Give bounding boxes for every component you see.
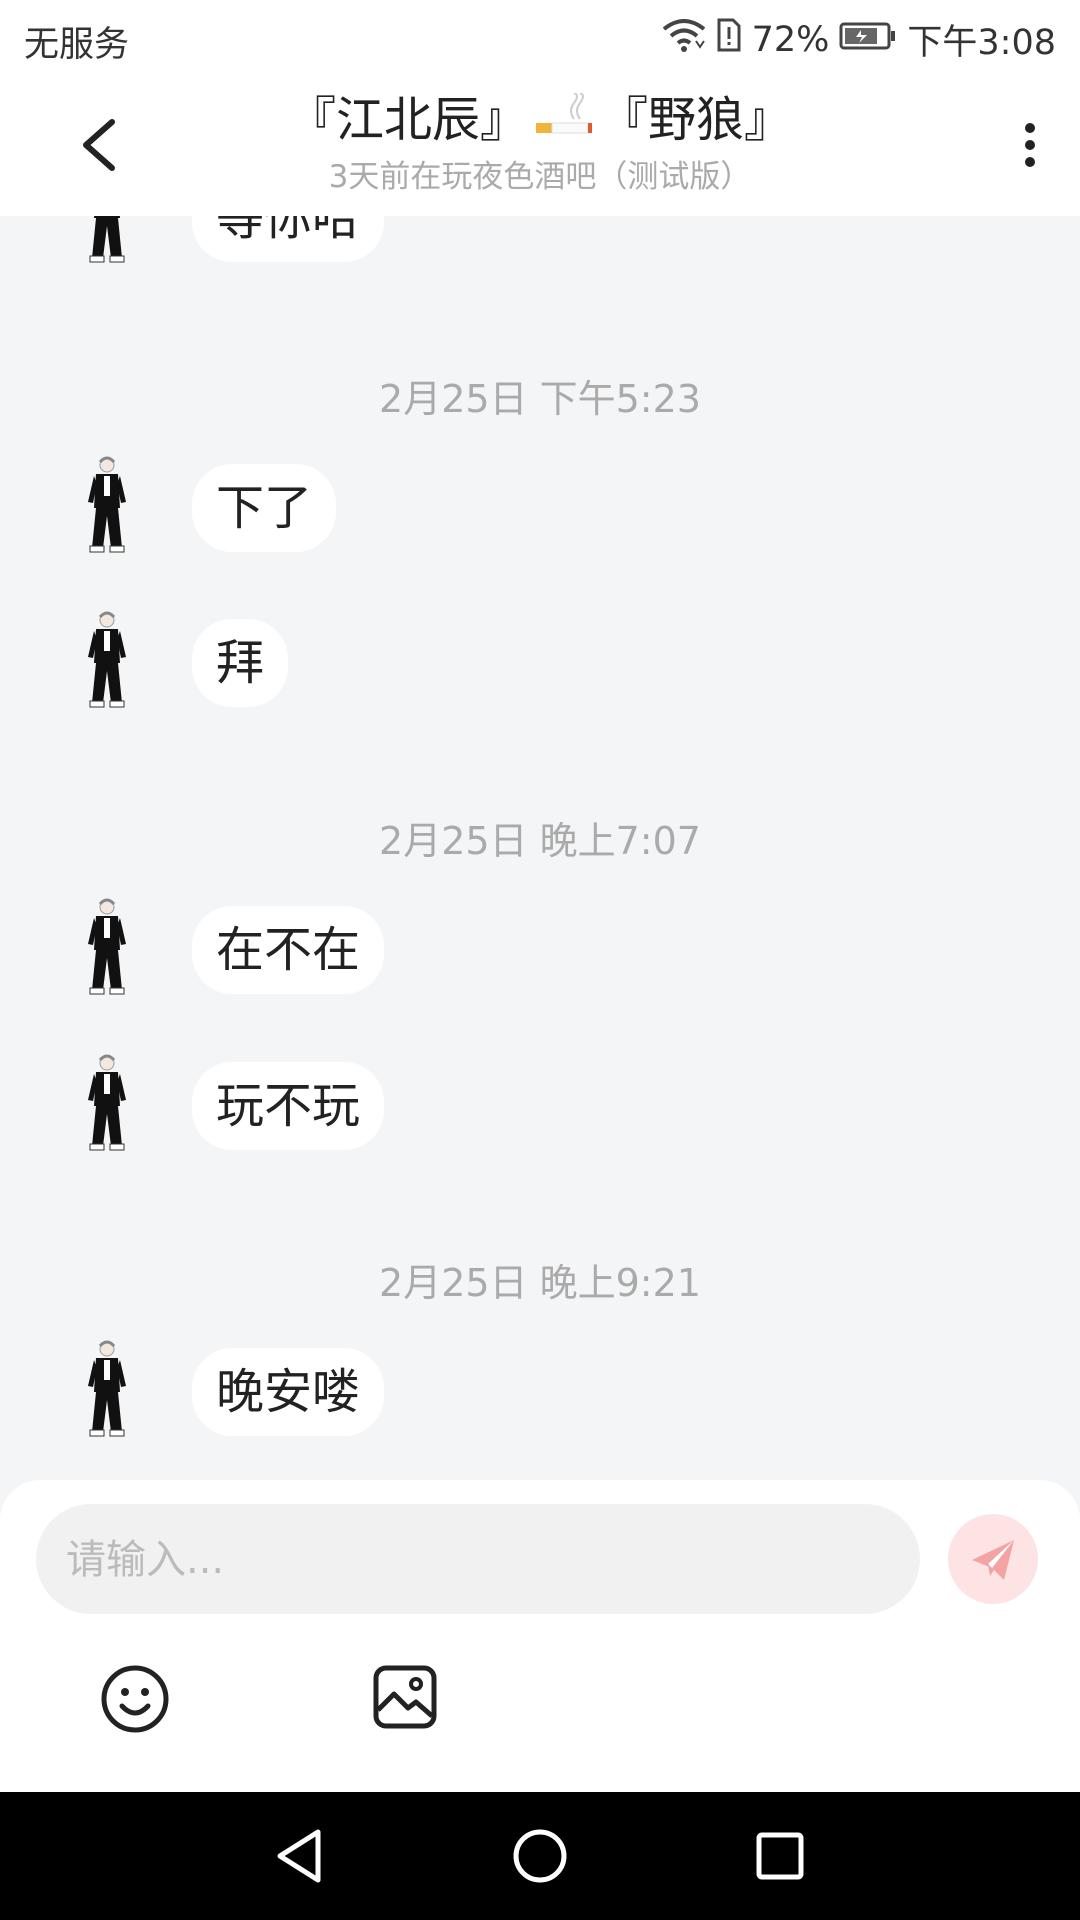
chat-title: 『江北辰』 『野狼』 [180, 88, 900, 155]
system-nav-bar [0, 1792, 1080, 1920]
message-row: 下了 [0, 456, 1080, 556]
carrier-label: 无服务 [24, 25, 130, 65]
timestamp: 2月25日 晚上7:07 [379, 819, 701, 863]
message-row: 玩不玩 [0, 1054, 1080, 1154]
circle-home-icon [513, 1829, 567, 1883]
message-bubble[interactable]: 等你哈 [192, 216, 385, 262]
status-bar: 无服务 72% 下午3:08 [0, 0, 1080, 74]
back-button[interactable] [70, 112, 130, 178]
message-row: 等你哈 [0, 216, 1080, 266]
avatar[interactable] [82, 456, 132, 556]
nav-back-button[interactable] [270, 1826, 330, 1886]
sim-alert-icon [716, 17, 742, 62]
chat-subtitle: 3天前在玩夜色酒吧（测试版） [328, 159, 752, 195]
nav-recents-button[interactable] [750, 1826, 810, 1886]
send-icon [972, 1540, 1014, 1580]
wifi-icon [662, 17, 706, 62]
avatar[interactable] [82, 1054, 132, 1154]
message-bubble[interactable]: 下了 [192, 464, 337, 552]
message-bubble[interactable]: 拜 [192, 619, 289, 707]
more-options-button[interactable] [1010, 114, 1050, 180]
message-input-wrapper [36, 1504, 920, 1616]
status-icons: 72% 下午3:08 [662, 14, 1056, 65]
message-row: 拜 [0, 611, 1080, 711]
battery-icon [839, 20, 897, 60]
triangle-back-icon [277, 1829, 321, 1883]
image-icon [373, 1665, 437, 1729]
message-bubble[interactable]: 玩不玩 [192, 1062, 385, 1150]
timestamp: 2月25日 下午5:23 [379, 377, 701, 421]
avatar[interactable] [82, 216, 132, 266]
message-input[interactable] [64, 1504, 888, 1616]
chevron-left-icon [83, 119, 115, 171]
message-row: 在不在 [0, 898, 1080, 998]
more-vertical-icon [1025, 123, 1035, 167]
title-right: 『野狼』 [600, 92, 793, 148]
avatar[interactable] [82, 1340, 132, 1440]
send-button[interactable] [948, 1514, 1038, 1604]
image-button[interactable] [372, 1664, 438, 1730]
title-left: 『江北辰』 [287, 92, 528, 148]
avatar[interactable] [82, 898, 132, 998]
clock: 下午3:08 [907, 23, 1056, 63]
cigarette-icon [534, 91, 594, 155]
square-recents-icon [756, 1832, 804, 1880]
message-row: 晚安喽 [0, 1340, 1080, 1440]
input-panel [0, 1480, 1080, 1792]
message-bubble[interactable]: 晚安喽 [192, 1348, 385, 1436]
timestamp: 2月25日 晚上9:21 [379, 1261, 701, 1305]
chat-title-block: 『江北辰』 『野狼』 3天前在玩夜色酒吧（测试版） [180, 88, 900, 197]
battery-percent: 72% [751, 19, 830, 60]
avatar[interactable] [82, 611, 132, 711]
emoji-button[interactable] [100, 1664, 170, 1734]
chat-messages[interactable]: 等你哈 2月25日 下午5:23 下了 拜 2月25日 晚上7:07 在不在 玩… [0, 216, 1080, 1480]
message-bubble[interactable]: 在不在 [192, 906, 385, 994]
smiley-icon [101, 1665, 169, 1733]
nav-home-button[interactable] [510, 1826, 570, 1886]
chat-header: 『江北辰』 『野狼』 3天前在玩夜色酒吧（测试版） [0, 74, 1080, 216]
